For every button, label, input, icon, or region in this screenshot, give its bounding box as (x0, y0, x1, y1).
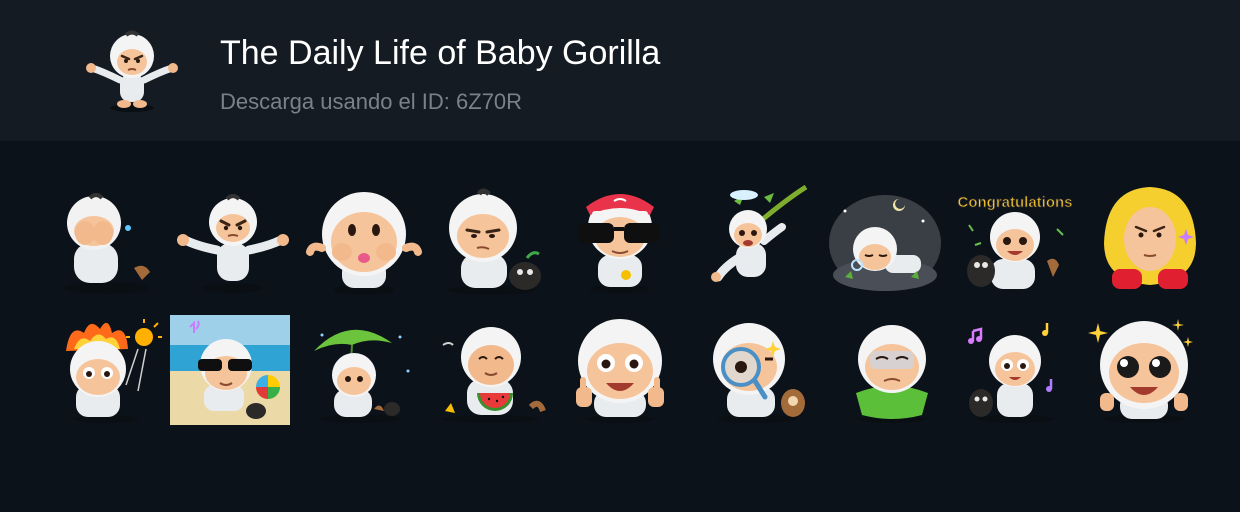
pack-title: The Daily Life of Baby Gorilla (220, 34, 661, 72)
sticker-pack-header: The Daily Life of Baby Gorilla Descarga … (0, 0, 1240, 141)
sticker-grid: Congratulations (0, 141, 1240, 512)
sticker-unamused[interactable] (431, 188, 551, 298)
sticker-on-fire[interactable] (46, 315, 166, 425)
sticker-sunglasses-cap[interactable] (560, 185, 680, 295)
sticker-watermelon[interactable] (431, 315, 551, 425)
sticker-sleeping[interactable] (825, 185, 945, 295)
sticker-sad-green[interactable] (832, 315, 952, 425)
sticker-thumbs-up[interactable] (560, 315, 680, 425)
svg-text:Congratulations: Congratulations (958, 194, 1073, 211)
sticker-congratulations[interactable]: Congratulations (955, 185, 1075, 295)
sticker-covering-face[interactable] (46, 188, 166, 298)
sticker-yellow-hood[interactable] (1090, 185, 1210, 295)
sticker-leaf-umbrella[interactable] (300, 315, 420, 425)
download-id-text: Descarga usando el ID: 6Z70R (220, 89, 523, 114)
sticker-beach[interactable] (170, 315, 290, 425)
sticker-magnifier[interactable] (697, 315, 817, 425)
sticker-sparkle-eyes[interactable] (1084, 315, 1204, 425)
pack-icon (82, 28, 182, 114)
sticker-music[interactable] (955, 315, 1075, 425)
sticker-angry[interactable] (173, 188, 293, 298)
sticker-kiss[interactable] (304, 188, 424, 298)
sticker-swinging-branch[interactable] (704, 185, 824, 295)
